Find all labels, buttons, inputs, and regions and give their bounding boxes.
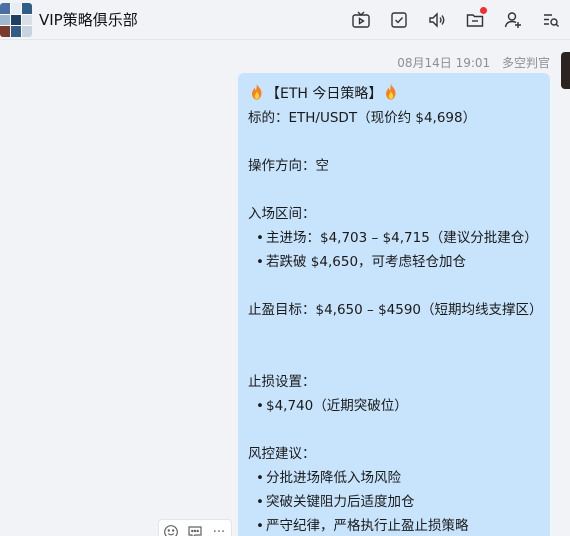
stop-loss-heading: 止损设置： [248,374,316,390]
group-avatar[interactable] [0,3,32,37]
list-item: • 分批进场降低入场风险 [256,470,401,486]
header-toolbar [342,0,570,40]
checkbox-icon[interactable] [380,0,418,40]
message-timestamp: 08月14日 19:01 [397,56,491,70]
tv-icon[interactable] [342,0,380,40]
speaker-icon[interactable] [418,0,456,40]
avatar-tile [11,14,21,26]
fire-icon [386,83,396,100]
avatar-tile [22,14,32,26]
avatar-tile [22,3,32,14]
target-line: 标的：ETH/USDT（现价约 $4,698） [248,110,477,126]
chat-header: VIP策略俱乐部 [0,0,570,40]
avatar-tile [11,26,21,37]
avatar-tile [0,14,10,26]
take-profit-line: 止盈目标：$4,650 – $4590（短期均线支撑区） [248,302,543,318]
folder-icon[interactable] [456,0,494,40]
list-item: • 严守纪律，严格执行止盈止损策略 [256,518,469,534]
more-button[interactable]: ··· [207,520,231,536]
message-meta: 08月14日 19:01 多空判官 [397,54,550,71]
entry-heading: 入场区间： [248,206,316,222]
add-user-icon[interactable] [494,0,532,40]
message-sender[interactable]: 多空判官 [502,56,550,70]
search-list-icon[interactable] [532,0,570,40]
sender-avatar[interactable] [561,52,570,89]
avatar-tile [22,26,32,37]
notification-dot [480,7,487,14]
list-item: • 突破关键阻力后适度加仓 [256,494,415,510]
message-title-line: 【ETH 今日策略】 [248,82,540,106]
risk-heading: 风控建议： [248,446,316,462]
list-item: • $4,740（近期突破位） [256,398,408,414]
chat-title[interactable]: VIP策略俱乐部 [39,10,138,30]
message-list[interactable]: 08月14日 19:01 多空判官 【ETH 今日策略】 标的：ETH/USDT… [0,41,570,536]
direction-line: 操作方向：空 [248,158,329,174]
avatar-tile [0,3,10,14]
list-item: • 若跌破 $4,650，可考虑轻仓加仓 [256,254,467,270]
fire-icon [252,83,262,100]
message-title: 【ETH 今日策略】 [266,86,383,102]
message-actions: ··· [158,519,232,536]
chat-window: VIP策略俱乐部 08月14日 19:01 多空判官 【ETH 今日策略】 标的… [0,0,570,536]
reply-icon[interactable] [183,520,207,536]
emoji-icon[interactable] [159,520,183,536]
avatar-tile [11,3,21,14]
message-bubble[interactable]: 【ETH 今日策略】 标的：ETH/USDT（现价约 $4,698） 操作方向：… [238,73,550,536]
avatar-tile [0,26,10,37]
list-item: • 主进场：$4,703 – $4,715（建议分批建仓） [256,230,538,246]
